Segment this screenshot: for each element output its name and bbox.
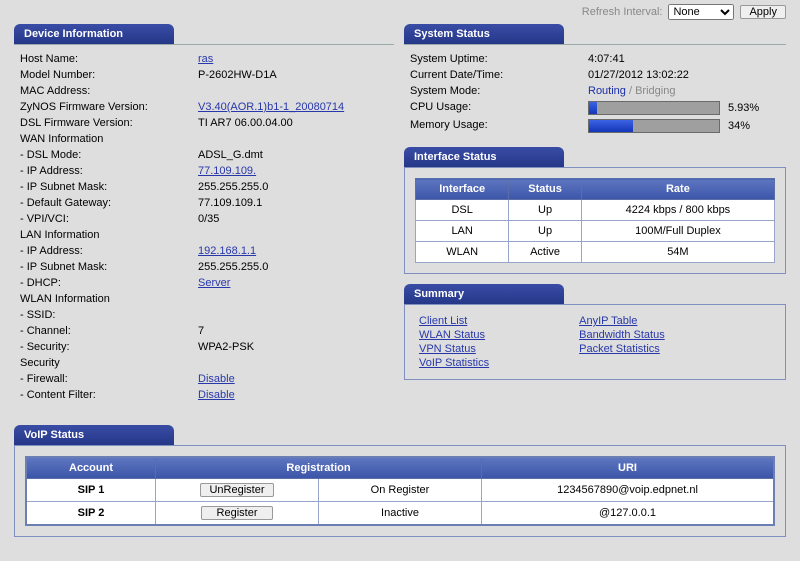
wanmask-label: - IP Subnet Mask: [16,179,194,195]
firewall-link[interactable]: Disable [198,373,235,385]
zynos-link[interactable]: V3.40(AOR.1)b1-1_20080714 [198,101,344,113]
datetime-value: 01/27/2012 13:02:22 [584,67,784,83]
ifc-col-interface: Interface [416,179,509,200]
dslfw-label: DSL Firmware Version: [16,115,194,131]
unregister-button[interactable]: UnRegister [200,483,273,497]
chan-label: - Channel: [16,323,194,339]
firewall-label: - Firewall: [16,371,194,387]
sysmode-value: Routing / Bridging [584,83,784,99]
ssid-label: - SSID: [16,307,194,323]
lanip-label: - IP Address: [16,243,194,259]
table-row: SIP 1 UnRegister On Register 1234567890@… [26,479,774,502]
dslfw-value: TI AR7 06.00.04.00 [194,115,392,131]
model-value: P-2602HW-D1A [194,67,392,83]
zynos-label: ZyNOS Firmware Version: [16,99,194,115]
interface-status-heading: Interface Status [404,147,564,167]
hostname-label: Host Name: [16,51,194,67]
wlansec-value: WPA2-PSK [194,339,392,355]
mac-label: MAC Address: [16,83,194,99]
cpu-pct: 5.93% [728,102,759,114]
chan-value: 7 [194,323,392,339]
ssid-value [194,307,392,323]
summary-link[interactable]: Bandwidth Status [579,329,665,341]
summary-link[interactable]: VPN Status [419,343,489,355]
system-status-heading: System Status [404,24,564,44]
gw-value: 77.109.109.1 [194,195,392,211]
table-row: DSLUp4224 kbps / 800 kbps [416,200,775,221]
vpi-label: - VPI/VCI: [16,211,194,227]
mem-pct: 34% [728,120,750,132]
uptime-value: 4:07:41 [584,51,784,67]
wanip-link[interactable]: 77.109.109. [198,165,256,177]
table-row: SIP 2 Register Inactive @127.0.0.1 [26,502,774,526]
wan-heading: WAN Information [16,131,392,147]
voip-col-registration: Registration [156,457,482,479]
ifc-col-rate: Rate [581,179,774,200]
device-info-panel: Device Information Host Name: ras Model N… [14,24,394,405]
lan-heading: LAN Information [16,227,392,243]
table-row: LANUp100M/Full Duplex [416,221,775,242]
summary-link[interactable]: VoIP Statistics [419,357,489,369]
dslmode-label: - DSL Mode: [16,147,194,163]
cpu-bar [588,101,720,115]
wanip-label: - IP Address: [16,163,194,179]
cf-link[interactable]: Disable [198,389,235,401]
voip-status-heading: VoIP Status [14,425,174,445]
dhcp-link[interactable]: Server [198,277,230,289]
cpu-label: CPU Usage: [406,99,584,117]
wlan-heading: WLAN Information [16,291,392,307]
summary-heading: Summary [404,284,564,304]
summary-link[interactable]: Client List [419,315,489,327]
lanmask-label: - IP Subnet Mask: [16,259,194,275]
ifc-col-status: Status [509,179,582,200]
summary-panel: Summary Client List WLAN Status VPN Stat… [404,284,786,380]
summary-link[interactable]: AnyIP Table [579,315,665,327]
sysmode-label: System Mode: [406,83,584,99]
refresh-label: Refresh Interval: [582,6,663,18]
voip-status-panel: VoIP Status Account Registration URI SIP… [14,425,786,537]
dhcp-label: - DHCP: [16,275,194,291]
cf-label: - Content Filter: [16,387,194,403]
system-status-panel: System Status System Uptime:4:07:41 Curr… [404,24,786,137]
hostname-link[interactable]: ras [198,53,213,65]
apply-button[interactable]: Apply [740,5,786,19]
wanmask-value: 255.255.255.0 [194,179,392,195]
register-button[interactable]: Register [201,506,273,520]
mem-bar [588,119,720,133]
lanip-link[interactable]: 192.168.1.1 [198,245,256,257]
vpi-value: 0/35 [194,211,392,227]
lanmask-value: 255.255.255.0 [194,259,392,275]
dslmode-value: ADSL_G.dmt [194,147,392,163]
mem-label: Memory Usage: [406,117,584,135]
uptime-label: System Uptime: [406,51,584,67]
table-row: WLANActive54M [416,242,775,263]
model-label: Model Number: [16,67,194,83]
wlansec-label: - Security: [16,339,194,355]
device-info-heading: Device Information [14,24,174,44]
security-heading: Security [16,355,392,371]
summary-link[interactable]: Packet Statistics [579,343,665,355]
interface-status-panel: Interface Status InterfaceStatusRate DSL… [404,147,786,274]
gw-label: - Default Gateway: [16,195,194,211]
refresh-select[interactable]: None [668,4,734,20]
summary-link[interactable]: WLAN Status [419,329,489,341]
voip-col-uri: URI [482,457,775,479]
mac-value [194,83,392,99]
datetime-label: Current Date/Time: [406,67,584,83]
voip-col-account: Account [26,457,156,479]
